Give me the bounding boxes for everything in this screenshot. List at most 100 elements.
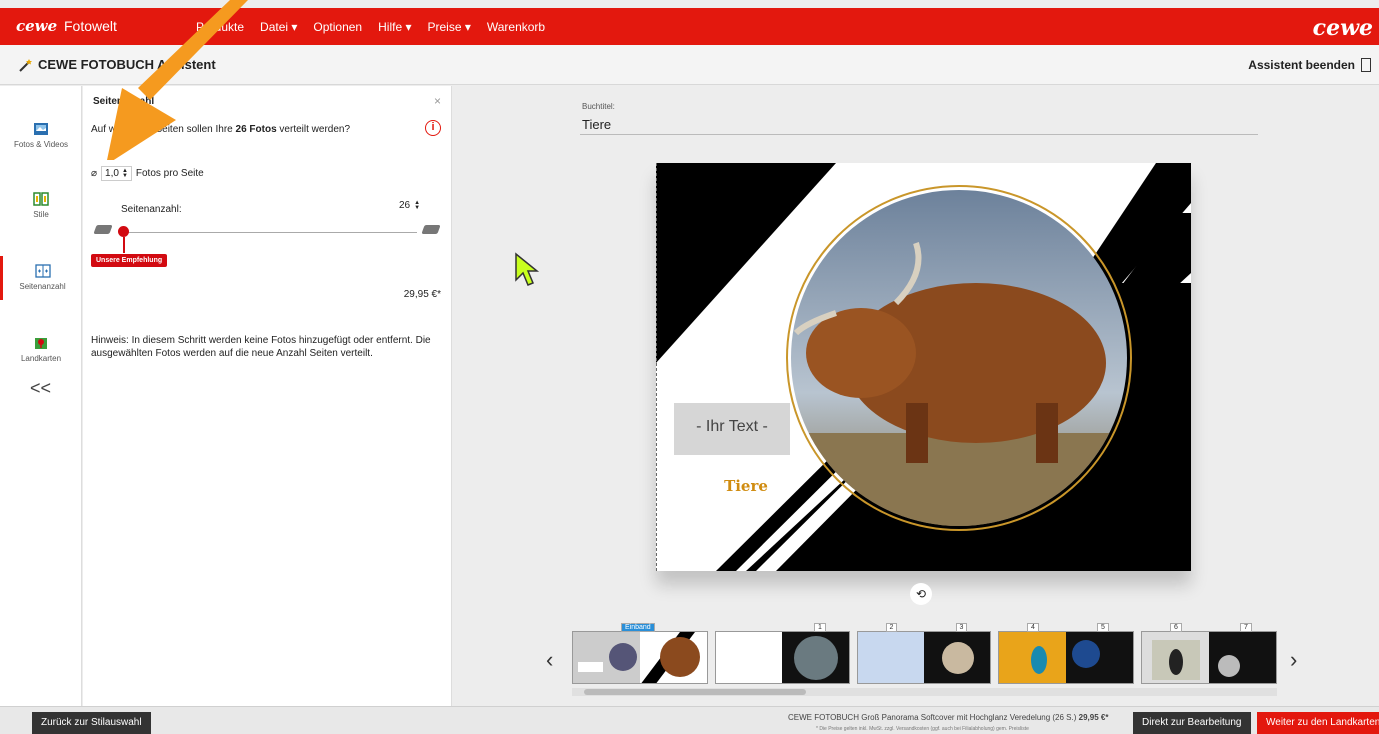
thumb-cover[interactable]: Einband	[572, 623, 708, 684]
thumb-page	[716, 632, 783, 683]
style-icon	[33, 192, 49, 206]
sidebar-item-stile[interactable]: Stile	[0, 192, 82, 219]
menu-optionen[interactable]: Optionen	[313, 20, 362, 34]
direct-edit-button[interactable]: Direkt zur Bearbeitung	[1133, 712, 1251, 734]
next-maps-button[interactable]: Weiter zu den Landkarten	[1257, 712, 1379, 734]
recommend-marker	[123, 237, 125, 253]
sidebar-label-stile: Stile	[33, 210, 49, 219]
menu-preise[interactable]: Preise ▾	[427, 20, 470, 34]
panel-close-icon[interactable]: ×	[434, 94, 441, 108]
thumb-spread-2[interactable]: 2 3	[856, 623, 991, 684]
thumb-photo-6	[1152, 640, 1200, 680]
thumb-page	[782, 632, 849, 683]
thumb-page	[1209, 632, 1276, 683]
app-menu-bar: cewe Fotowelt Produkte Datei ▾ Optionen …	[0, 8, 1379, 45]
sidebar-label-seitenanzahl: Seitenanzahl	[19, 282, 66, 291]
menu-produkte[interactable]: Produkte	[196, 20, 244, 34]
hint-text: Hinweis: In diesem Schritt werden keine …	[91, 335, 431, 359]
page-question: Auf wie vielen Seiten sollen Ihre 26 Fot…	[91, 124, 351, 135]
summary-price: 29,95 €*	[1078, 713, 1109, 722]
page-count-label: Seitenanzahl:	[121, 204, 182, 215]
sidebar-label-fotos: Fotos & Videos	[13, 140, 69, 149]
thumb-photo-5	[1072, 640, 1100, 668]
strip-scrollbar-thumb[interactable]	[584, 689, 806, 695]
strip-next-icon[interactable]: ›	[1290, 647, 1297, 673]
menu-hilfe[interactable]: Hilfe ▾	[378, 20, 411, 34]
thumb-cover-back	[578, 643, 637, 672]
end-assistant-label: Assistent beenden	[1248, 58, 1355, 72]
thumb-label-4: 4	[1027, 623, 1039, 632]
sidebar-item-fotos-videos[interactable]: Fotos & Videos	[0, 122, 82, 149]
book-title-input[interactable]: Tiere	[582, 117, 611, 132]
cewe-logo-right: cewe	[1312, 15, 1373, 41]
thumb-label-7: 7	[1240, 623, 1252, 632]
price-note: * Die Preise gelten inkl. MwSt. zzgl. Ve…	[816, 726, 1029, 732]
left-sidebar: Fotos & Videos Stile Seitenanzahl Landka…	[0, 86, 82, 706]
cover-text-placeholder[interactable]: - Ihr Text -	[674, 418, 790, 436]
footer-bar: Zurück zur Stilauswahl CEWE FOTOBUCH Gro…	[0, 706, 1379, 734]
brand-subtitle: Fotowelt	[64, 18, 117, 34]
thumb-spread-1[interactable]: 1	[715, 623, 850, 684]
thumb-spread-4[interactable]: 6 7	[1141, 623, 1277, 684]
photo-icon	[34, 123, 48, 135]
page-thumbnail-strip: Einband 1 2 3 4 5 6 7	[572, 623, 1277, 684]
menu-datei[interactable]: Datei ▾	[260, 20, 297, 34]
info-icon[interactable]: i	[425, 120, 441, 136]
thumb-photo-4	[1031, 646, 1047, 674]
thumb-photo-3	[941, 642, 974, 674]
book-cover[interactable]: - Ihr Text - Tiere	[656, 163, 1191, 571]
preview-area: Buchtitel: Tiere - Ihr Text - Tiere ⟲ ‹ …	[452, 86, 1379, 706]
page-title: CEWE FOTOBUCH Assistent	[18, 57, 216, 72]
thumb-photo-1	[794, 636, 839, 680]
page-count-arrows-icon[interactable]: ▲ ▼	[414, 200, 420, 211]
page-count-slider-handle[interactable]	[118, 226, 129, 237]
collapse-sidebar-button[interactable]: <<	[30, 378, 51, 399]
book-title-label: Buchtitel:	[582, 102, 615, 111]
thumb-page	[923, 632, 990, 683]
strip-prev-icon[interactable]: ‹	[546, 647, 553, 673]
cover-title[interactable]: Tiere	[696, 477, 796, 495]
back-to-style-button[interactable]: Zurück zur Stilauswahl	[32, 712, 151, 734]
exit-icon	[1361, 58, 1371, 72]
average-symbol: ⌀	[91, 168, 98, 179]
thumb-spread-3[interactable]: 4 5	[998, 623, 1134, 684]
pages-icon	[34, 264, 51, 278]
magic-wand-icon	[19, 58, 32, 72]
page-count-panel: Seitenanzahl × Auf wie vielen Seiten sol…	[83, 86, 452, 706]
photos-per-page-value: 1,0	[105, 168, 119, 179]
menu-warenkorb[interactable]: Warenkorb	[487, 20, 545, 34]
thumb-label-5: 5	[1097, 623, 1109, 632]
thumb-page	[1142, 632, 1209, 683]
thumb-label-2: 2	[885, 623, 898, 632]
page-count-stepper[interactable]: 26 ▲ ▼	[399, 200, 420, 212]
thumb-label-6: 6	[1170, 623, 1182, 632]
map-icon	[35, 338, 47, 349]
cover-spine-line	[656, 163, 658, 571]
strip-scrollbar[interactable]	[572, 688, 1277, 696]
page-count-slider-track[interactable]	[121, 232, 417, 233]
thumb-page	[640, 632, 707, 683]
thumb-page	[1066, 632, 1133, 683]
photos-per-page-label: Fotos pro Seite	[135, 168, 204, 179]
panel-heading: Seitenanzahl	[93, 96, 155, 107]
thick-book-icon	[421, 225, 441, 234]
thin-book-icon	[93, 225, 113, 234]
thumb-page	[999, 632, 1066, 683]
stepper-arrows-icon[interactable]: ▲ ▼	[122, 168, 128, 179]
panel-price: 29,95 €*	[403, 289, 441, 300]
rotate-view-icon[interactable]: ⟲	[910, 583, 932, 605]
sidebar-label-landkarten: Landkarten	[20, 354, 62, 363]
sidebar-item-seitenanzahl[interactable]: Seitenanzahl	[0, 256, 82, 300]
book-title-underline	[580, 134, 1258, 135]
photos-per-page-stepper[interactable]: 1,0 ▲ ▼	[101, 166, 132, 181]
thumb-label-1: 1	[814, 623, 826, 632]
recommendation-badge: Unsere Empfehlung	[91, 254, 168, 267]
thumb-page	[573, 632, 640, 683]
sidebar-item-landkarten[interactable]: Landkarten	[0, 336, 82, 363]
end-assistant-button[interactable]: Assistent beenden	[1248, 58, 1371, 72]
thumb-page	[857, 632, 924, 683]
cover-artwork	[656, 163, 1191, 571]
thumb-photo-7	[1218, 655, 1240, 677]
main-menu: Produkte Datei ▾ Optionen Hilfe ▾ Preise…	[196, 20, 545, 34]
assistant-header: CEWE FOTOBUCH Assistent Assistent beende…	[0, 45, 1379, 85]
